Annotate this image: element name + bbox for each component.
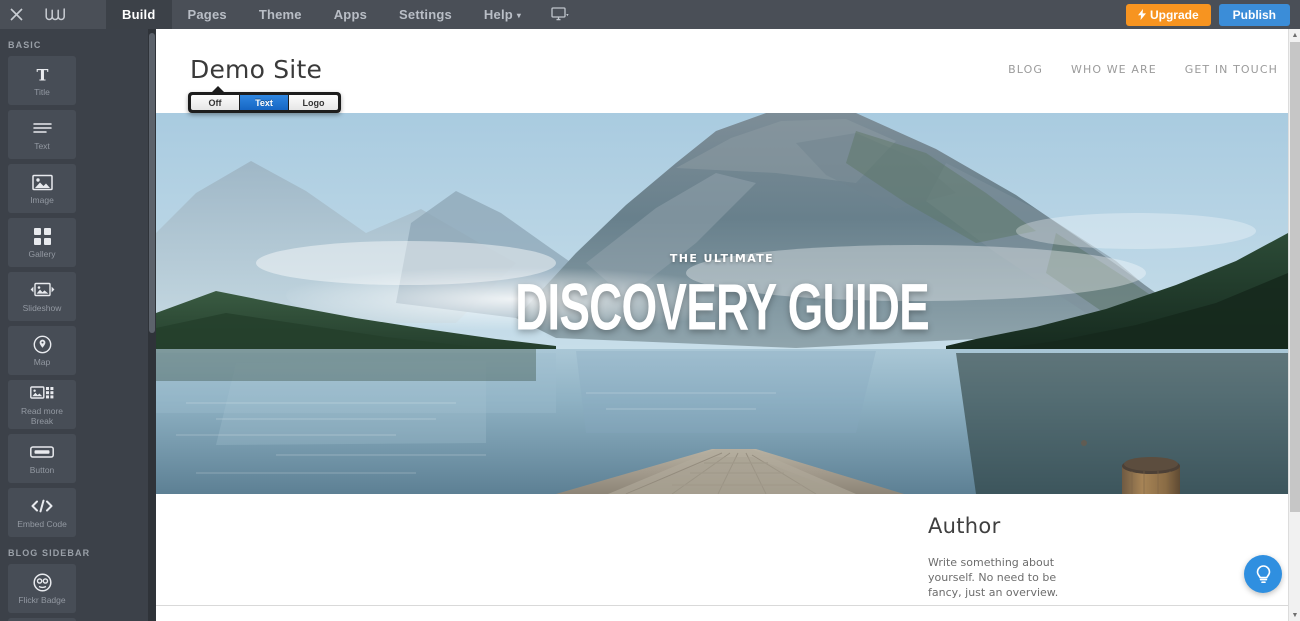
toggle-option-logo[interactable]: Logo bbox=[289, 95, 338, 110]
site-title[interactable]: Demo Site bbox=[190, 55, 322, 84]
sidebar-item-title[interactable]: T Title bbox=[8, 56, 76, 105]
sidebar-item-gallery[interactable]: Gallery bbox=[8, 218, 76, 267]
header-display-toggle: Off Text Logo bbox=[188, 92, 341, 113]
site-nav: BLOG WHO WE ARE GET IN TOUCH bbox=[1008, 63, 1278, 76]
flickr-badge-icon bbox=[33, 572, 52, 592]
hero-background-image bbox=[156, 113, 1288, 494]
site-nav-get-in-touch[interactable]: GET IN TOUCH bbox=[1185, 63, 1278, 76]
chevron-down-icon: ▾ bbox=[517, 12, 521, 20]
tab-apps-label: Apps bbox=[334, 7, 367, 22]
sidebar-item-slideshow-label: Slideshow bbox=[23, 303, 62, 313]
lightning-bolt-icon bbox=[1138, 9, 1146, 20]
sidebar-item-embed-code-label: Embed Code bbox=[17, 519, 67, 529]
tab-settings-label: Settings bbox=[399, 7, 452, 22]
sidebar-item-button[interactable]: Button bbox=[8, 434, 76, 483]
author-heading[interactable]: Author bbox=[928, 514, 1158, 538]
publish-button[interactable]: Publish bbox=[1219, 4, 1290, 26]
tab-apps[interactable]: Apps bbox=[318, 0, 383, 29]
map-pin-icon bbox=[33, 334, 52, 354]
sidebar-item-map[interactable]: Map bbox=[8, 326, 76, 375]
sidebar-section-basic-title: BASIC bbox=[0, 29, 156, 56]
canvas-scrollbar[interactable]: ▲ ▼ bbox=[1288, 29, 1300, 621]
body-divider-rule bbox=[156, 605, 1288, 606]
topbar-actions: Upgrade Publish bbox=[1126, 0, 1300, 29]
sidebar-item-map-label: Map bbox=[34, 357, 51, 367]
sidebar-group-blog-sidebar: Flickr Badge LinkedIn Button bbox=[0, 564, 148, 621]
scroll-up-arrow-icon[interactable]: ▲ bbox=[1289, 29, 1300, 41]
gallery-grid-icon bbox=[34, 226, 51, 246]
weebly-logo-icon[interactable] bbox=[32, 0, 78, 29]
tab-theme-label: Theme bbox=[259, 7, 302, 22]
tab-build[interactable]: Build bbox=[106, 0, 172, 29]
sidebar-item-image-label: Image bbox=[30, 195, 54, 205]
tab-theme[interactable]: Theme bbox=[243, 0, 318, 29]
author-paragraph[interactable]: Write something about yourself. No need … bbox=[928, 555, 1078, 600]
site-preview-canvas: Demo Site BLOG WHO WE ARE GET IN TOUCH O… bbox=[156, 29, 1300, 621]
tab-help[interactable]: Help ▾ bbox=[468, 0, 537, 29]
upgrade-button[interactable]: Upgrade bbox=[1126, 4, 1211, 26]
sidebar-item-read-more-break[interactable]: Read more Break bbox=[8, 380, 76, 429]
device-preview-switcher[interactable] bbox=[537, 0, 579, 29]
button-pill-icon bbox=[30, 442, 54, 462]
sidebar-item-flickr-badge-label: Flickr Badge bbox=[18, 595, 65, 605]
tab-build-label: Build bbox=[122, 7, 156, 22]
upgrade-label: Upgrade bbox=[1150, 8, 1199, 22]
embed-code-icon bbox=[30, 496, 54, 516]
sidebar-scrollbar-thumb[interactable] bbox=[149, 33, 155, 333]
canvas-scrollbar-thumb[interactable] bbox=[1290, 42, 1300, 512]
sidebar-item-text-label: Text bbox=[34, 141, 50, 151]
sidebar-content: BASIC T Title bbox=[0, 29, 156, 621]
sidebar-item-gallery-label: Gallery bbox=[29, 249, 56, 259]
sidebar-item-embed-code[interactable]: Embed Code bbox=[8, 488, 76, 537]
sidebar-item-image[interactable]: Image bbox=[8, 164, 76, 213]
tab-pages-label: Pages bbox=[188, 7, 227, 22]
sidebar-item-flickr-badge[interactable]: Flickr Badge bbox=[8, 564, 76, 613]
editor-main-nav: Build Pages Theme Apps Settings Help ▾ bbox=[106, 0, 537, 29]
tab-pages[interactable]: Pages bbox=[172, 0, 243, 29]
close-x-glyph bbox=[10, 8, 23, 21]
sidebar-item-text[interactable]: Text bbox=[8, 110, 76, 159]
scroll-down-arrow-icon[interactable]: ▼ bbox=[1289, 609, 1300, 621]
weebly-editor-window: Build Pages Theme Apps Settings Help ▾ bbox=[0, 0, 1300, 621]
site-nav-blog[interactable]: BLOG bbox=[1008, 63, 1043, 76]
sidebar-item-slideshow[interactable]: Slideshow bbox=[8, 272, 76, 321]
close-icon[interactable] bbox=[0, 0, 32, 29]
weebly-w-glyph bbox=[44, 6, 66, 24]
site-nav-who-we-are[interactable]: WHO WE ARE bbox=[1071, 63, 1157, 76]
image-picture-icon bbox=[32, 172, 53, 192]
read-more-break-icon bbox=[30, 383, 54, 403]
toggle-option-text[interactable]: Text bbox=[240, 95, 289, 110]
site-body: Author Write something about yourself. N… bbox=[156, 494, 1300, 621]
publish-label: Publish bbox=[1233, 8, 1276, 22]
title-T-icon: T bbox=[34, 64, 51, 84]
sidebar-scrollbar[interactable] bbox=[148, 29, 156, 621]
sidebar-item-button-label: Button bbox=[30, 465, 55, 475]
tab-help-label: Help bbox=[484, 7, 513, 22]
sidebar-item-title-label: Title bbox=[34, 87, 50, 97]
text-lines-icon bbox=[33, 118, 52, 138]
toggle-option-off[interactable]: Off bbox=[191, 95, 240, 110]
top-toolbar: Build Pages Theme Apps Settings Help ▾ bbox=[0, 0, 1300, 29]
sidebar-group-basic: T Title Text bbox=[0, 56, 148, 537]
tab-settings[interactable]: Settings bbox=[383, 0, 468, 29]
lightbulb-icon bbox=[1254, 564, 1273, 585]
elements-sidebar[interactable]: BASIC T Title bbox=[0, 29, 156, 621]
slideshow-arrows-icon bbox=[30, 280, 55, 300]
desktop-monitor-icon bbox=[551, 7, 569, 22]
svg-text:T: T bbox=[36, 66, 48, 83]
sidebar-section-blog-sidebar-title: BLOG SIDEBAR bbox=[0, 537, 156, 564]
help-button[interactable] bbox=[1244, 555, 1282, 593]
sidebar-item-read-more-break-label: Read more Break bbox=[10, 406, 74, 426]
author-widget[interactable]: Author Write something about yourself. N… bbox=[928, 514, 1158, 600]
hero-banner[interactable]: THE ULTIMATE DISCOVERY GUIDE bbox=[156, 113, 1288, 494]
